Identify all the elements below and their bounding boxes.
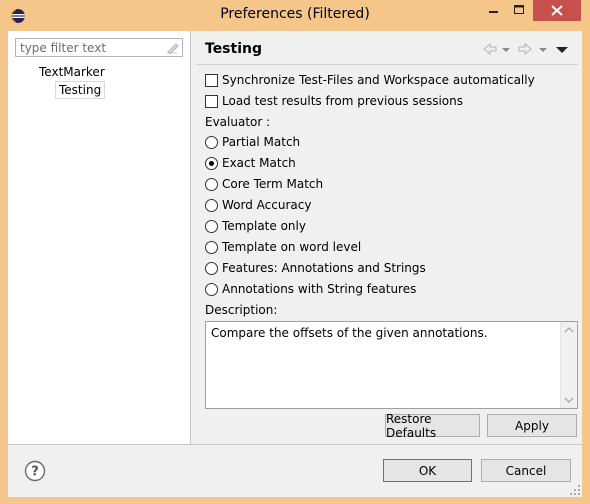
vertical-scrollbar[interactable]	[560, 322, 577, 408]
cancel-button[interactable]: Cancel	[481, 459, 571, 482]
footer-separator	[8, 444, 582, 445]
evaluator-option[interactable]: Features: Annotations and Strings	[205, 260, 426, 276]
tree-item-textmarker[interactable]: TextMarker	[39, 65, 105, 79]
help-icon[interactable]: ?	[24, 460, 46, 482]
forward-dropdown-icon[interactable]	[538, 41, 548, 57]
sync-files-checkbox[interactable]	[205, 73, 218, 87]
filter-field[interactable]	[15, 38, 183, 57]
clear-filter-icon[interactable]	[166, 41, 179, 54]
evaluator-option[interactable]: Template on word level	[205, 239, 361, 255]
back-dropdown-icon[interactable]	[501, 41, 511, 57]
header-separator	[197, 64, 578, 65]
evaluator-label: Evaluator :	[205, 115, 271, 129]
svg-text:?: ?	[31, 465, 39, 480]
description-text: Compare the offsets of the given annotat…	[211, 326, 488, 340]
evaluator-option-label: Template on word level	[222, 240, 362, 254]
evaluator-option[interactable]: Template only	[205, 218, 306, 234]
evaluator-option-label: Partial Match	[222, 135, 301, 149]
evaluator-radio[interactable]	[205, 240, 218, 254]
evaluator-option[interactable]: Word Accuracy	[205, 197, 311, 213]
evaluator-radio[interactable]	[205, 156, 218, 170]
evaluator-option-label: Annotations with String features	[222, 282, 417, 296]
load-results-checkbox-row[interactable]: Load test results from previous sessions	[205, 93, 463, 109]
preference-page: Testing Synchronize Test-Files and Works…	[192, 31, 582, 444]
evaluator-radio[interactable]	[205, 135, 218, 149]
restore-defaults-button[interactable]: Restore Defaults	[385, 412, 480, 440]
evaluator-radio[interactable]	[205, 282, 218, 296]
evaluator-option[interactable]: Partial Match	[205, 134, 300, 150]
evaluator-radio[interactable]	[205, 198, 218, 212]
evaluator-option[interactable]: Exact Match	[205, 155, 296, 171]
description-label: Description:	[205, 303, 278, 317]
page-title: Testing	[205, 41, 262, 57]
scroll-up-icon[interactable]	[561, 322, 577, 338]
maximize-button[interactable]	[506, 0, 533, 21]
evaluator-option-label: Features: Annotations and Strings	[222, 261, 426, 275]
evaluator-radio[interactable]	[205, 219, 218, 233]
evaluator-option-label: Exact Match	[222, 156, 296, 170]
preference-tree-pane: TextMarker Testing	[8, 31, 191, 444]
sync-files-label: Synchronize Test-Files and Workspace aut…	[222, 73, 535, 87]
preferences-window: Preferences (Filtered) TextMarker Testin…	[0, 0, 590, 504]
evaluator-radio[interactable]	[205, 261, 218, 275]
resize-grip-icon[interactable]	[570, 485, 580, 495]
evaluator-option-label: Word Accuracy	[222, 198, 312, 212]
load-results-checkbox[interactable]	[205, 94, 218, 108]
load-results-label: Load test results from previous sessions	[222, 94, 464, 108]
evaluator-option[interactable]: Core Term Match	[205, 176, 323, 192]
close-button[interactable]	[533, 0, 581, 21]
forward-arrow-icon[interactable]	[517, 41, 533, 57]
evaluator-option-label: Core Term Match	[222, 177, 324, 191]
scroll-down-icon[interactable]	[561, 392, 577, 408]
minimize-button[interactable]	[480, 0, 506, 21]
view-menu-icon[interactable]	[555, 41, 569, 57]
filter-input[interactable]	[16, 39, 166, 56]
apply-button[interactable]: Apply	[487, 414, 577, 437]
minimize-icon	[489, 11, 498, 13]
evaluator-radio[interactable]	[205, 177, 218, 191]
tree-item-testing[interactable]: Testing	[55, 81, 106, 99]
title-bar[interactable]: Preferences (Filtered)	[0, 0, 590, 31]
description-textarea[interactable]: Compare the offsets of the given annotat…	[205, 321, 578, 409]
close-icon	[551, 5, 563, 16]
sync-files-checkbox-row[interactable]: Synchronize Test-Files and Workspace aut…	[205, 72, 535, 88]
evaluator-option-label: Template only	[222, 219, 306, 233]
evaluator-option[interactable]: Annotations with String features	[205, 281, 416, 297]
dialog-body: TextMarker Testing Testing S	[8, 31, 582, 497]
ok-button[interactable]: OK	[383, 459, 472, 482]
back-arrow-icon[interactable]	[482, 41, 498, 57]
maximize-icon	[514, 5, 524, 14]
